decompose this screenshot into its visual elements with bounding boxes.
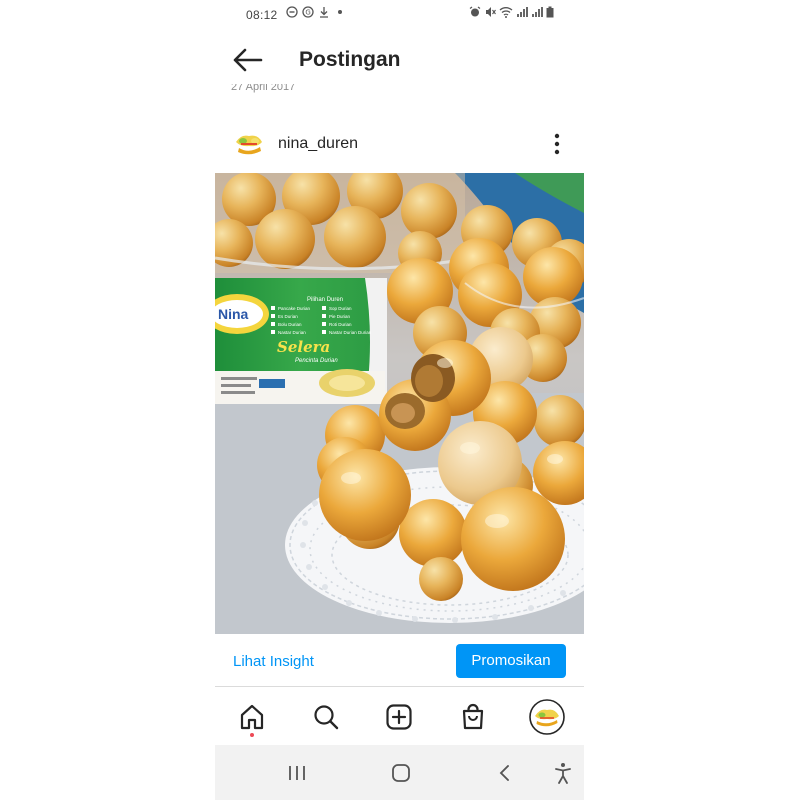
nina-duren-logo: [233, 128, 265, 160]
mute-icon: [486, 7, 496, 17]
post-actions-bar: Lihat Insight Promosikan: [215, 634, 584, 687]
view-insights-link[interactable]: Lihat Insight: [233, 653, 314, 670]
recent-apps-icon: [289, 766, 305, 780]
notification-dot: [250, 733, 254, 737]
more-options-button[interactable]: [550, 132, 564, 156]
sign-item: Es Durian: [278, 314, 298, 319]
avatar[interactable]: [233, 128, 265, 160]
top-header: Postingan: [215, 38, 584, 82]
shop-icon: [462, 703, 484, 730]
sign-slogan: Selera: [277, 338, 330, 356]
sign-item: Pie Durian: [329, 314, 351, 319]
post-date-text: 27 April 2017: [231, 84, 296, 93]
bottom-nav: [215, 687, 584, 745]
sign-item: Nastar Durian Durian: [329, 330, 372, 335]
add-post-icon: [386, 704, 412, 730]
accessibility-button[interactable]: [551, 762, 575, 784]
chevron-left-icon: [499, 765, 509, 781]
download-icon: [320, 7, 328, 18]
sign-item: Bolu Durian: [278, 322, 302, 327]
system-nav-bar: [215, 745, 584, 800]
nastar-cookies-photo: Nina Pilihan Duren Pancake Durian Sop Du…: [215, 173, 584, 634]
nav-shop[interactable]: [457, 701, 489, 733]
post-username[interactable]: nina_duren: [278, 135, 358, 153]
product-sign: Nina Pilihan Duren Pancake Durian Sop Du…: [215, 278, 387, 404]
phone-screen: 08:12 G Postingan 27 April 2017 nina_dur…: [215, 0, 584, 800]
back-system-button[interactable]: [493, 762, 517, 784]
nav-search[interactable]: [310, 701, 342, 733]
home-icon: [240, 704, 264, 730]
status-time: 08:12: [246, 8, 278, 22]
profile-avatar: [529, 699, 565, 735]
svg-text:G: G: [305, 9, 310, 17]
nav-profile[interactable]: [529, 699, 565, 735]
post-date-clipped: 27 April 2017: [231, 84, 295, 94]
signal-icon: [517, 7, 528, 17]
sign-item: Nastar Durian: [278, 330, 306, 335]
sign-item: Roti Durian: [329, 322, 352, 327]
promote-button[interactable]: Promosikan: [456, 644, 566, 678]
home-system-button[interactable]: [389, 762, 413, 784]
dot-icon: [338, 10, 342, 14]
post-photo[interactable]: Nina Pilihan Duren Pancake Durian Sop Du…: [215, 173, 584, 634]
status-bar: 08:12 G: [215, 0, 584, 30]
status-right-icons: [469, 6, 554, 18]
arrow-left-icon: [233, 48, 263, 72]
sign-item: Sop Durian: [329, 306, 352, 311]
nav-home[interactable]: [236, 701, 268, 737]
page-title: Postingan: [299, 48, 401, 71]
nav-new-post[interactable]: [383, 701, 415, 733]
battery-icon: [546, 6, 554, 18]
status-left-icons: G: [286, 6, 346, 18]
signal-icon: [532, 7, 543, 17]
accessibility-icon: [555, 763, 571, 784]
back-button[interactable]: [231, 46, 265, 74]
sign-menu-title: Pilihan Duren: [307, 297, 343, 303]
sign-item: Pancake Durian: [278, 306, 311, 311]
g-icon: G: [302, 6, 314, 18]
home-square-icon: [392, 764, 410, 782]
dnd-icon: [286, 6, 298, 18]
post-header: nina_duren: [215, 122, 584, 166]
more-vertical-icon: [554, 133, 560, 155]
alarm-icon: [469, 6, 481, 17]
sign-brand: Nina: [218, 306, 249, 322]
wifi-icon: [499, 7, 513, 18]
sign-slogan-sub: Pencinta Durian: [295, 358, 338, 364]
search-icon: [314, 705, 339, 730]
recent-apps-button[interactable]: [285, 762, 309, 784]
